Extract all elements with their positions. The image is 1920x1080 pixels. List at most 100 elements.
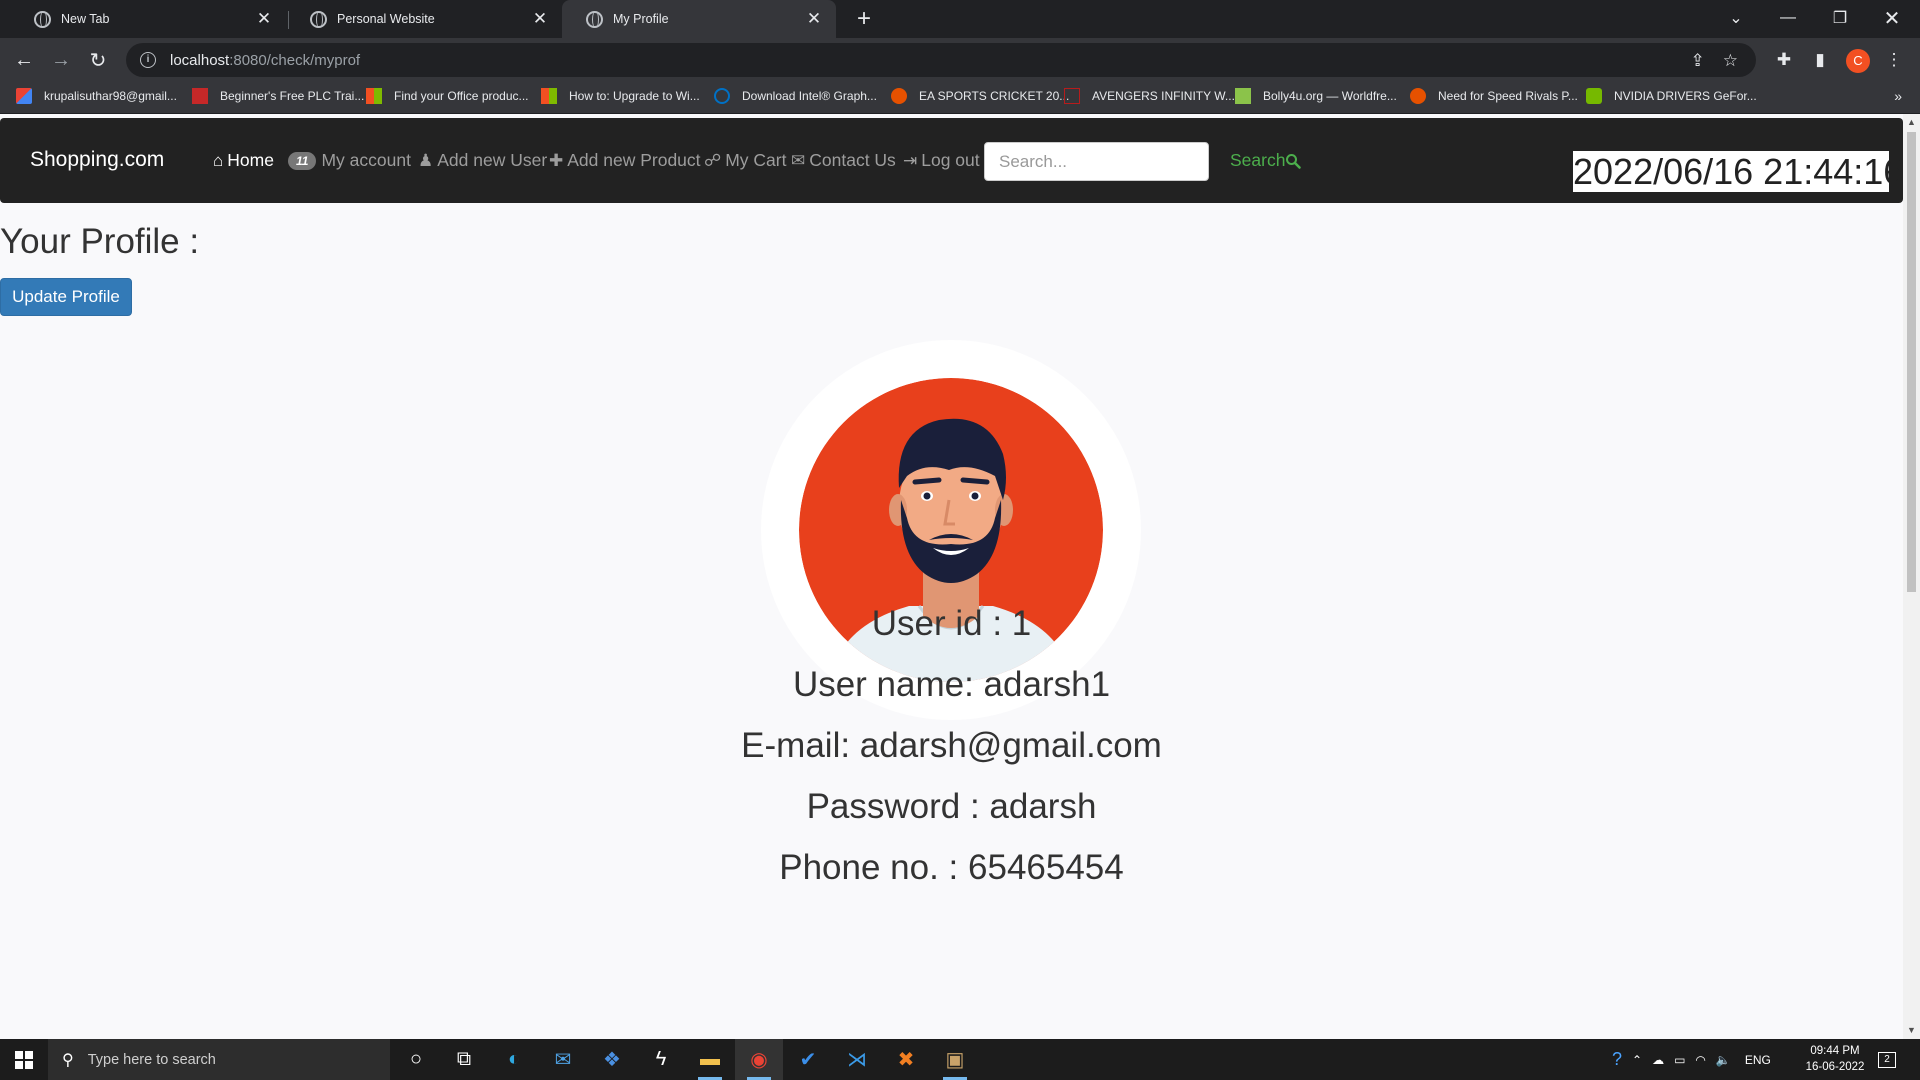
tab-title: Personal Website xyxy=(337,12,435,26)
update-profile-button[interactable]: Update Profile xyxy=(0,278,132,316)
minimize-icon[interactable]: — xyxy=(1762,0,1814,36)
bookmark-item[interactable]: Find your Office produc... xyxy=(366,88,529,104)
nav-log-out[interactable]: ⇥ Log out xyxy=(903,150,980,171)
nav-my-cart[interactable]: ☍ My Cart xyxy=(704,150,786,171)
bookmark-item[interactable]: NVIDIA DRIVERS GeFor... xyxy=(1586,88,1757,104)
search-input[interactable] xyxy=(984,142,1209,181)
nav-add-user[interactable]: ♟ Add new User xyxy=(418,150,547,171)
brand-logo[interactable]: Shopping.com xyxy=(30,148,164,172)
globe-icon xyxy=(310,10,327,28)
bookmark-item[interactable]: Bolly4u.org — Worldfre... xyxy=(1235,88,1397,104)
taskbar-search[interactable]: ⚲ Type here to search xyxy=(48,1039,390,1080)
hd-icon xyxy=(1064,88,1080,104)
reload-icon[interactable]: ↻ xyxy=(82,44,114,76)
page-viewport: Shopping.com ⌂ Home 11 My account ♟ Add new… xyxy=(0,114,1903,1039)
volume-icon[interactable]: 🔈 xyxy=(1716,1053,1731,1067)
close-icon[interactable]: ✕ xyxy=(806,10,822,27)
side-panel-icon[interactable]: ▮ xyxy=(1808,48,1832,72)
battery-icon[interactable]: ▭ xyxy=(1674,1053,1685,1067)
share-icon[interactable]: ⇪ xyxy=(1691,51,1705,71)
xampp-icon[interactable]: ✖ xyxy=(882,1039,930,1080)
bookmark-label: Need for Speed Rivals P... xyxy=(1438,89,1578,103)
extensions-icon[interactable]: ✚ xyxy=(1772,48,1796,72)
wifi-icon[interactable]: ◠ xyxy=(1695,1053,1705,1067)
account-badge: 11 xyxy=(288,151,317,170)
bookmark-item[interactable]: AVENGERS INFINITY W... xyxy=(1064,88,1235,104)
avatar-frame xyxy=(761,340,1141,720)
game-icon[interactable]: ▣ xyxy=(931,1039,979,1080)
notifications-icon[interactable]: 2 xyxy=(1878,1039,1896,1080)
page-scrollbar[interactable]: ▲ ▼ xyxy=(1903,114,1920,1039)
nav-add-product[interactable]: ✚ Add new Product xyxy=(549,150,701,171)
bookmark-label: Bolly4u.org — Worldfre... xyxy=(1263,89,1397,103)
cortana-icon[interactable]: ○ xyxy=(392,1039,440,1080)
language-indicator[interactable]: ENG xyxy=(1745,1053,1771,1067)
bookmark-item[interactable]: Download Intel® Graph... xyxy=(714,88,877,104)
search-button[interactable]: Search xyxy=(1230,150,1302,171)
bookmark-star-icon[interactable]: ☆ xyxy=(1723,51,1738,71)
taskbar-clock[interactable]: 09:44 PM 16-06-2022 xyxy=(1795,1043,1875,1075)
mail-icon[interactable]: ✉ xyxy=(539,1039,587,1080)
user-id-text: User id : 1 xyxy=(871,604,1032,643)
bookmarks-bar: krupalisuthar98@gmail... Beginner's Free… xyxy=(0,81,1920,114)
bookmark-item[interactable]: Beginner's Free PLC Trai... xyxy=(192,88,364,104)
bookmark-label: Find your Office produc... xyxy=(394,89,529,103)
task-view-icon[interactable]: ⧉ xyxy=(440,1039,488,1080)
edge-icon[interactable]: ◐ xyxy=(490,1039,538,1080)
tab-my-profile[interactable]: My Profile ✕ xyxy=(562,0,836,38)
window-close-icon[interactable]: ✕ xyxy=(1866,0,1918,36)
bookmark-label: krupalisuthar98@gmail... xyxy=(44,89,177,103)
restore-icon[interactable]: ❐ xyxy=(1814,0,1866,36)
tab-search-icon[interactable]: ⌄ xyxy=(1710,0,1762,36)
windows-start-icon[interactable] xyxy=(0,1039,48,1080)
search-icon: ⚲ xyxy=(62,1051,74,1069)
nav-label: Add new User xyxy=(437,150,548,170)
close-icon[interactable]: ✕ xyxy=(256,10,272,27)
close-icon[interactable]: ✕ xyxy=(532,10,548,27)
back-icon[interactable]: ← xyxy=(8,44,40,76)
nav-label: Contact Us xyxy=(809,150,896,170)
microsoft-icon xyxy=(541,88,557,104)
bookmark-item[interactable]: EA SPORTS CRICKET 20... xyxy=(891,88,1069,104)
menu-icon[interactable]: ⋮ xyxy=(1882,48,1906,72)
nav-my-account[interactable]: 11 My account xyxy=(288,150,411,171)
scrollbar-thumb[interactable] xyxy=(1907,132,1916,592)
globe-icon xyxy=(586,10,603,28)
tab-personal-website[interactable]: Personal Website ✕ xyxy=(286,0,562,38)
sublime-icon[interactable]: ϟ xyxy=(637,1039,685,1080)
user-icon: ♟ xyxy=(418,150,434,170)
forward-icon[interactable]: → xyxy=(45,44,77,76)
dropbox-icon[interactable]: ❖ xyxy=(588,1039,636,1080)
bookmark-label: How to: Upgrade to Wi... xyxy=(569,89,700,103)
chrome-icon xyxy=(34,10,51,28)
onedrive-icon[interactable]: ☁ xyxy=(1652,1053,1664,1067)
bookmark-item[interactable]: Need for Speed Rivals P... xyxy=(1410,88,1578,104)
search-icon xyxy=(1286,153,1302,169)
bookmark-item[interactable]: How to: Upgrade to Wi... xyxy=(541,88,700,104)
file-explorer-icon[interactable]: ▬ xyxy=(686,1039,734,1080)
nav-contact-us[interactable]: ✉ Contact Us xyxy=(791,150,896,171)
taskbar-search-placeholder: Type here to search xyxy=(87,1051,216,1068)
chevron-up-icon[interactable]: ⌃ xyxy=(1632,1053,1642,1067)
nav-home[interactable]: ⌂ Home xyxy=(213,150,274,171)
bookmark-label: Beginner's Free PLC Trai... xyxy=(220,89,365,103)
tab-title: My Profile xyxy=(613,12,669,26)
help-icon[interactable]: ? xyxy=(1612,1049,1622,1070)
nav-label: Home xyxy=(227,150,274,170)
todo-icon[interactable]: ✔ xyxy=(784,1039,832,1080)
address-bar[interactable]: i localhost:8080/check/myprof ⇪ ☆ xyxy=(126,43,1756,77)
chevron-double-right-icon[interactable]: » xyxy=(1894,88,1902,104)
new-tab-button[interactable]: + xyxy=(850,5,878,33)
vscode-icon[interactable]: ⋊ xyxy=(833,1039,881,1080)
tab-title: New Tab xyxy=(61,12,110,26)
nvidia-icon xyxy=(1586,88,1602,104)
url-path: :8080/check/myprof xyxy=(229,51,361,69)
scroll-down-icon[interactable]: ▼ xyxy=(1907,1026,1916,1035)
scroll-up-icon[interactable]: ▲ xyxy=(1907,118,1916,127)
chrome-icon[interactable]: ◉ xyxy=(735,1039,783,1080)
info-icon[interactable]: i xyxy=(140,52,156,68)
plc-icon xyxy=(192,88,208,104)
profile-avatar[interactable]: C xyxy=(1846,49,1870,73)
tab-new-tab[interactable]: New Tab ✕ xyxy=(10,0,286,38)
bookmark-item[interactable]: krupalisuthar98@gmail... xyxy=(16,88,177,104)
